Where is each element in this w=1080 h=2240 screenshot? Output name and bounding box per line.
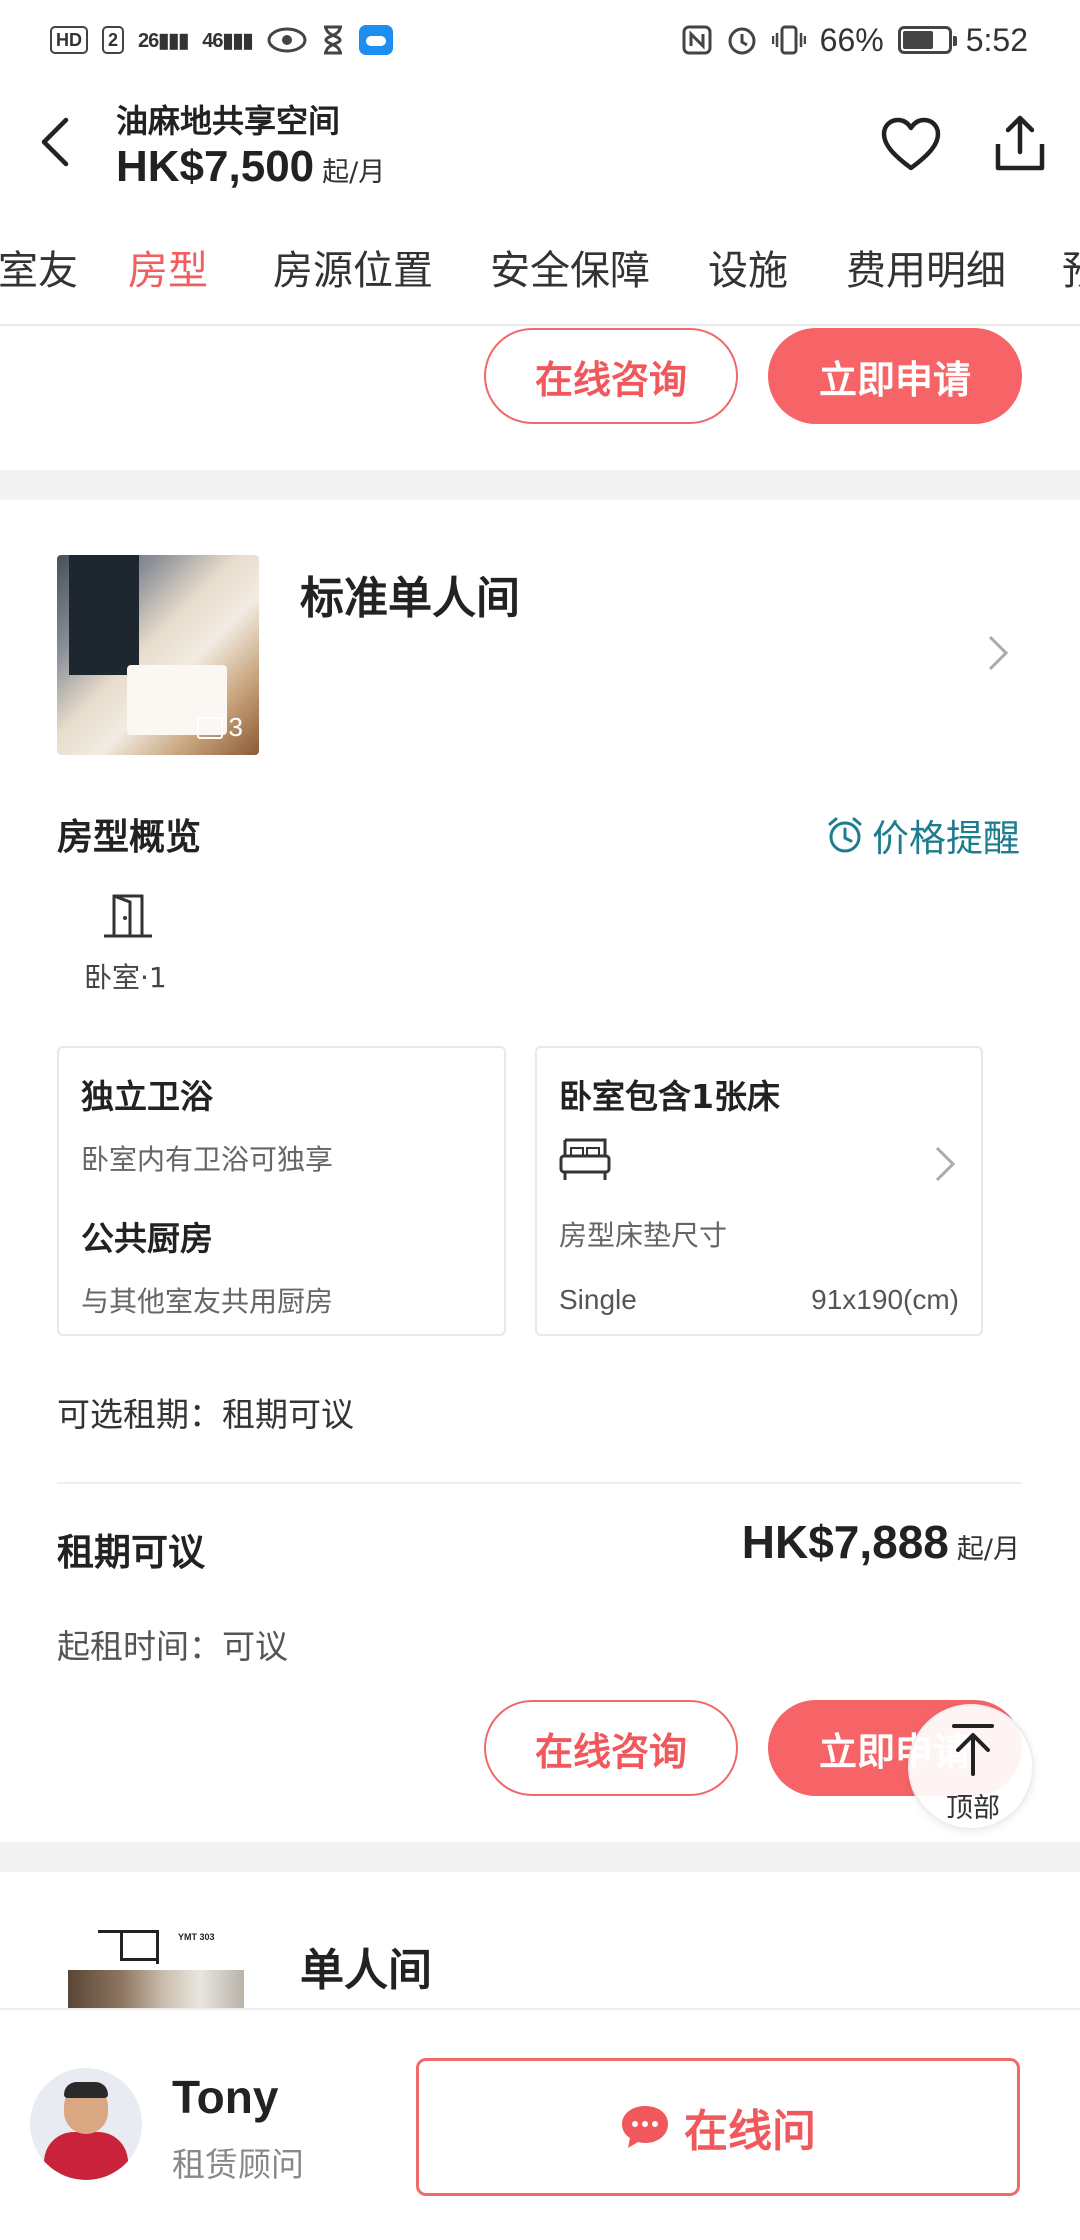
- room-name[interactable]: 标准单人间: [300, 562, 520, 626]
- heart-icon[interactable]: [880, 116, 942, 172]
- header: 油麻地共享空间 HK$7,500 起/月: [0, 80, 1080, 200]
- room2-name[interactable]: 单人间: [300, 1934, 432, 1998]
- amenity-card: 独立卫浴 卧室内有卫浴可独享 公共厨房 与其他室友共用厨房: [57, 1046, 506, 1336]
- bed-title: 卧室包含1张床: [559, 1077, 780, 1116]
- back-icon[interactable]: [36, 112, 76, 172]
- nfc-icon: [682, 25, 712, 55]
- start-time: 起租时间：可议: [57, 1627, 288, 1666]
- floorplan-wall: [120, 1958, 158, 1961]
- bed-icon: [559, 1138, 611, 1180]
- header-price: HK$7,500 起/月: [116, 142, 385, 192]
- kitchen-desc: 与其他室友共用厨房: [81, 1285, 334, 1318]
- room-photo[interactable]: 3: [57, 555, 259, 755]
- back-to-top-label: 顶部: [946, 1793, 1000, 1824]
- lease-price-value: HK$7,888: [741, 1516, 949, 1568]
- section-tabs: 室友 房型 房源位置 安全保障 设施 费用明细 预: [0, 208, 1080, 326]
- chat-bubble-icon: [622, 2106, 668, 2148]
- status-left: HD 2 26▮▮▮ 46▮▮▮: [50, 25, 393, 55]
- eye-icon: [267, 27, 307, 53]
- room2-photo[interactable]: YMT 303: [66, 1924, 246, 2014]
- header-price-unit: 起/月: [322, 157, 386, 188]
- chevron-right-icon: [935, 1146, 956, 1182]
- room-photo-window: [69, 555, 139, 675]
- hourglass-icon: [323, 25, 342, 55]
- avatar-hair: [64, 2082, 108, 2098]
- photo-count: 3: [196, 712, 243, 743]
- apply-button[interactable]: 立即申请: [768, 328, 1022, 424]
- bed-card[interactable]: 卧室包含1张床 房型床垫尺寸 Single 91x190(cm): [535, 1046, 983, 1336]
- chevron-right-icon[interactable]: [985, 633, 1011, 673]
- clock-time: 5:52: [965, 21, 1028, 58]
- section-divider: [0, 1842, 1080, 1872]
- photo-count-value: 3: [228, 712, 243, 742]
- price-alert-label: 价格提醒: [872, 817, 1020, 860]
- overview-title: 房型概览: [57, 817, 202, 858]
- agent-name: Tony: [172, 2071, 279, 2123]
- floorplan-wall: [120, 1930, 123, 1960]
- signal-label-2: 46: [202, 29, 223, 52]
- alarm-icon: [728, 27, 756, 55]
- weather-icon: [358, 25, 393, 55]
- back-to-top-button[interactable]: 顶部: [908, 1704, 1034, 1830]
- lease-price-unit: 起/月: [956, 1534, 1020, 1565]
- lease-title: 租期可议: [57, 1531, 205, 1574]
- signal-label-1: 26: [138, 29, 159, 52]
- sim-badge: 2: [102, 26, 125, 54]
- tab-safety[interactable]: 安全保障: [490, 238, 650, 296]
- kitchen-title: 公共厨房: [81, 1219, 213, 1258]
- tab-room-type[interactable]: 房型: [128, 238, 208, 296]
- bathroom-desc: 卧室内有卫浴可独享: [81, 1143, 334, 1176]
- avatar[interactable]: [30, 2068, 142, 2180]
- mattress-label: 房型床垫尺寸: [559, 1219, 728, 1252]
- floorplan-label: YMT 303: [178, 1932, 215, 1942]
- bottom-bar: Tony 租赁顾问 在线问: [0, 2008, 1080, 2240]
- battery-percent: 66%: [819, 21, 884, 58]
- lease-price: HK$7,888 起/月: [742, 1515, 1020, 1569]
- agent-role: 租赁顾问: [172, 2145, 304, 2184]
- consult-button[interactable]: 在线咨询: [484, 1700, 738, 1796]
- share-icon[interactable]: [990, 112, 1050, 174]
- section-divider: [0, 470, 1080, 500]
- lease-options: 可选租期：租期可议: [57, 1395, 354, 1434]
- tab-fees[interactable]: 费用明细: [846, 238, 1006, 296]
- tab-facilities[interactable]: 设施: [708, 238, 788, 296]
- signal-icon: 26▮▮▮: [138, 29, 189, 52]
- tab-location[interactable]: 房源位置: [273, 238, 433, 296]
- status-right: 66% 5:52: [682, 22, 1028, 59]
- status-bar: HD 2 26▮▮▮ 46▮▮▮ 66% 5:52: [0, 0, 1080, 80]
- tab-more[interactable]: 预: [1062, 238, 1080, 296]
- listing-title: 油麻地共享空间: [116, 102, 341, 140]
- mattress-size: 91x190(cm): [811, 1284, 959, 1315]
- vibrate-icon: [771, 25, 806, 55]
- mattress-type: Single: [559, 1284, 637, 1315]
- avatar-body: [44, 2132, 128, 2180]
- hd-badge: HD: [50, 26, 88, 54]
- header-price-value: HK$7,500: [116, 142, 315, 191]
- signal-icon-2: 46▮▮▮: [202, 29, 253, 52]
- alarm-clock-icon: [828, 817, 862, 853]
- arrow-up-icon: [952, 1724, 994, 1776]
- tab-roommates[interactable]: 室友: [0, 238, 78, 296]
- divider: [57, 1482, 1021, 1484]
- bedroom-count: 卧室·1: [84, 961, 167, 994]
- door-icon: [104, 894, 152, 938]
- chat-button-label: 在线问: [684, 2106, 816, 2157]
- image-icon: [196, 716, 223, 739]
- price-alert-button[interactable]: 价格提醒: [826, 808, 1020, 862]
- floorplan-wall: [98, 1930, 158, 1933]
- battery-icon: [897, 26, 957, 54]
- consult-button[interactable]: 在线咨询: [484, 328, 738, 424]
- online-chat-button[interactable]: 在线问: [416, 2058, 1020, 2196]
- bathroom-title: 独立卫浴: [81, 1077, 213, 1116]
